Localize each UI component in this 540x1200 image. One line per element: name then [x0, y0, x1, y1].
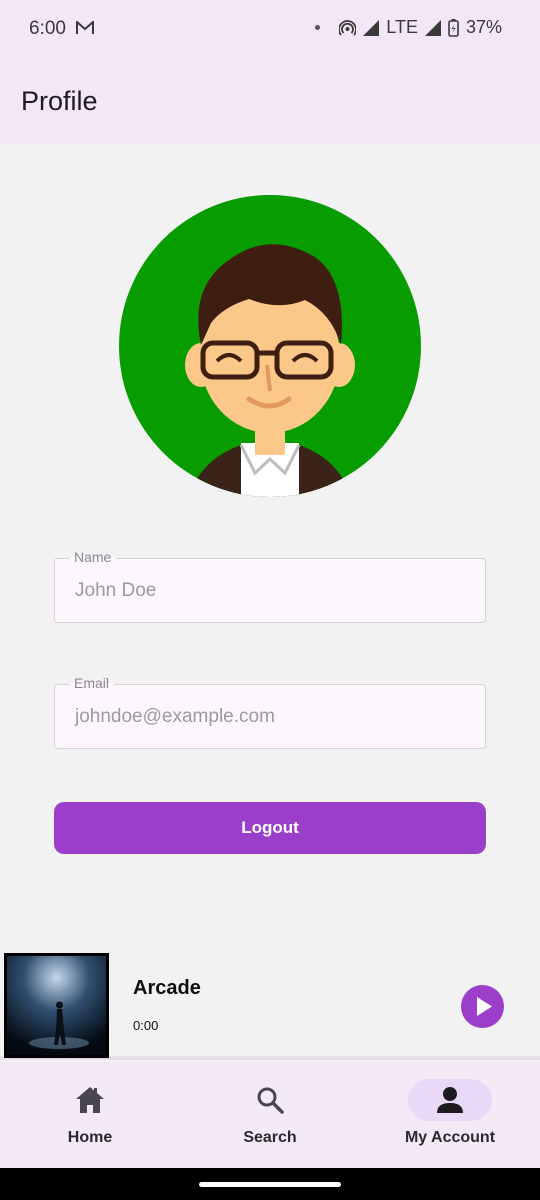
- network-type: LTE: [386, 17, 418, 37]
- email-input[interactable]: johndoe@example.com: [75, 706, 275, 728]
- avatar-illustration: [185, 244, 355, 497]
- nav-label-my-account: My Account: [404, 1129, 496, 1146]
- system-navigation-bar: [0, 1168, 540, 1200]
- nav-item-home[interactable]: Home: [0, 1062, 180, 1168]
- battery-percent: 37%: [465, 17, 502, 37]
- email-field[interactable]: Email johndoe@example.com: [54, 675, 486, 749]
- home-icon: [76, 1087, 104, 1113]
- track-title: Arcade: [133, 977, 201, 999]
- email-field-label: Email: [69, 675, 115, 691]
- nav-label-home: Home: [67, 1129, 113, 1146]
- search-icon: [257, 1087, 284, 1114]
- mini-player[interactable]: Arcade 0:00: [0, 950, 540, 1060]
- nav-account-icon-pill: [408, 1079, 492, 1121]
- page-title: Profile: [21, 86, 98, 116]
- play-button[interactable]: [461, 985, 504, 1028]
- name-field-label: Name: [69, 549, 117, 565]
- status-time: 6:00: [29, 18, 66, 39]
- signal-icon: [363, 19, 380, 36]
- nav-search-icon-container: [228, 1079, 312, 1121]
- status-bar: 6:00 LTE 37%: [0, 0, 540, 58]
- battery-icon: [448, 18, 459, 37]
- notification-dot-icon: [315, 25, 321, 30]
- nav-item-search[interactable]: Search: [180, 1062, 360, 1168]
- account-icon: [437, 1087, 463, 1113]
- track-time: 0:00: [133, 1018, 159, 1033]
- avatar: [119, 195, 421, 497]
- play-icon: [477, 997, 492, 1016]
- status-icons: LTE 37%: [315, 17, 502, 38]
- logout-button[interactable]: Logout: [54, 802, 486, 854]
- home-indicator[interactable]: [199, 1182, 341, 1187]
- album-art: [4, 953, 109, 1058]
- name-field[interactable]: Name John Doe: [54, 549, 486, 623]
- nav-home-icon-container: [48, 1079, 132, 1121]
- gmail-icon: [76, 21, 94, 34]
- nav-item-my-account[interactable]: My Account: [360, 1062, 540, 1168]
- nav-label-search: Search: [243, 1129, 297, 1146]
- bottom-nav: Home Search My Account: [0, 1062, 540, 1168]
- album-art-image: [7, 956, 106, 1055]
- hotspot-icon: [339, 20, 357, 36]
- name-input[interactable]: John Doe: [75, 580, 156, 602]
- app-bar: Profile: [0, 58, 540, 144]
- signal-icon-2: [424, 19, 441, 36]
